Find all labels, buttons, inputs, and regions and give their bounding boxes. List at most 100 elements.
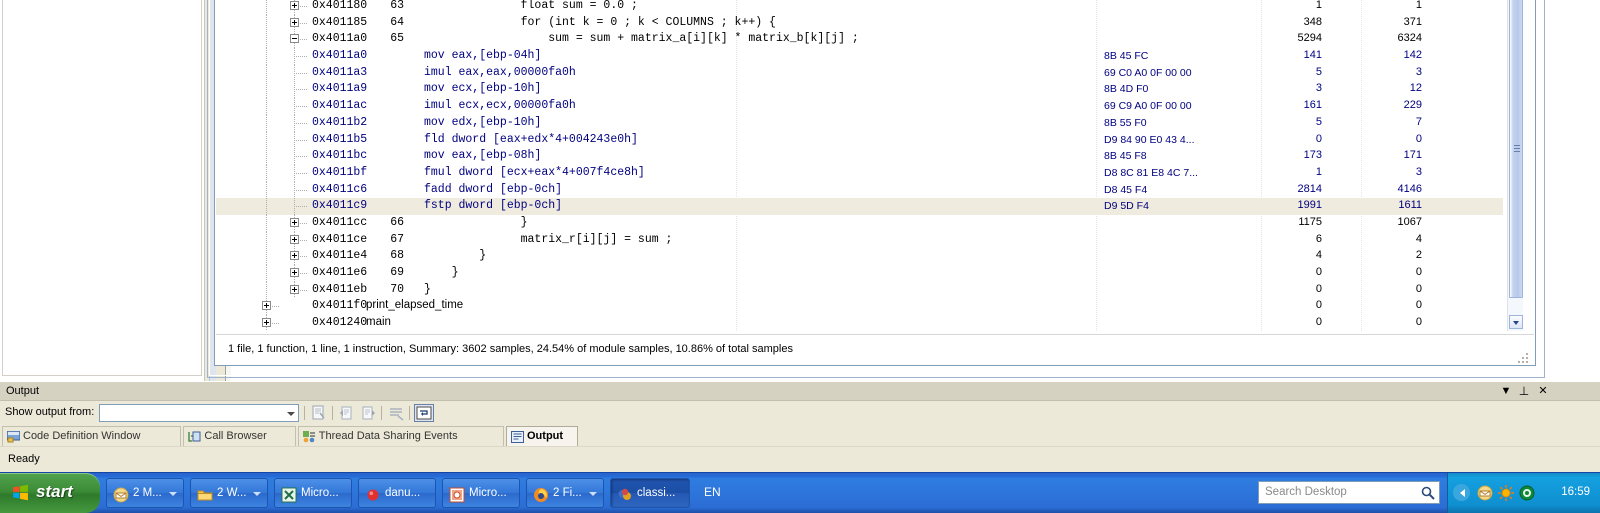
tree-connector — [296, 89, 307, 91]
tree-connector — [296, 189, 307, 191]
tab-thread-data-sharing-events[interactable]: Thread Data Sharing Events — [297, 426, 504, 446]
chevron-down-icon[interactable] — [589, 492, 597, 496]
profiler-panel: 0x401180 63 float sum = 0.0 ; 1 1 0x401185 64… — [214, 0, 1536, 366]
samples-self: 3 — [1315, 82, 1322, 95]
instruction-address: 0x4011ce — [312, 232, 368, 246]
instruction-address: 0x4011b5 — [312, 132, 368, 146]
table-row[interactable]: 0x4011eb 70} 0 0 — [216, 281, 1503, 299]
system-tray: 16:59 — [1447, 473, 1600, 513]
table-row[interactable]: 0x401185 64 for (int k = 0 ; k < COLUMNS … — [216, 14, 1503, 32]
taskbar-button[interactable]: 2 Fi... — [526, 478, 604, 508]
instruction-address: 0x4011b2 — [312, 115, 368, 129]
scroll-down-button[interactable] — [1509, 315, 1523, 329]
instruction-address: 0x4011a3 — [312, 65, 368, 79]
table-row[interactable]: 0x4011bf fmul dword [ecx+eax*4+007f4ce8h]… — [216, 164, 1503, 182]
language-indicator[interactable]: EN — [704, 485, 721, 499]
resize-grip-icon[interactable] — [1517, 352, 1531, 366]
table-row[interactable]: 0x4011ce 67 matrix_r[i][j] = sum ; 6 4 — [216, 231, 1503, 249]
toggle-word-wrap-button[interactable] — [414, 404, 434, 422]
table-row[interactable]: 0x4011f0 print_elapsed_time 0 0 — [216, 298, 1503, 316]
expand-node-icon[interactable] — [290, 217, 299, 227]
tree-guide-line — [266, 98, 267, 115]
table-row[interactable]: 0x4011e6 69 } 0 0 — [216, 265, 1503, 282]
output-pin-icon[interactable]: ⊥ — [1518, 385, 1530, 397]
table-row[interactable]: 0x4011a9 mov ecx,[ebp-10h] 8B 4D F0 3 12 — [216, 81, 1503, 99]
table-row[interactable]: 0x401240 main 0 0 — [216, 315, 1503, 331]
table-row[interactable]: 0x4011a3 imul eax,eax,00000fa0h 69 C0 A0 0… — [216, 64, 1503, 82]
output-dropdown-icon[interactable]: ▼ — [1500, 385, 1512, 397]
scrollbar-thumb[interactable] — [1509, 0, 1523, 298]
tab-code-definition-window[interactable]: Code Definition Window — [2, 426, 182, 446]
ide-status-bar: Ready — [0, 446, 1600, 473]
tree-guide-line — [266, 181, 267, 199]
tab-output[interactable]: Output — [506, 426, 579, 446]
collapse-node-icon[interactable] — [290, 34, 299, 44]
profiler-tree[interactable]: 0x401180 63 float sum = 0.0 ; 1 1 0x401185 64… — [216, 0, 1503, 331]
table-row[interactable]: 0x4011b2 mov edx,[ebp-10h] 8B 55 F0 5 7 — [216, 114, 1503, 132]
source-text: } — [424, 266, 459, 279]
instruction-address: 0x4011bf — [312, 165, 368, 179]
expand-node-icon[interactable] — [290, 234, 299, 244]
tree-guide-line — [294, 64, 295, 82]
shield-icon — [1519, 485, 1535, 501]
instruction-bytes: 69 C9 A0 0F 00 00 — [1104, 100, 1192, 113]
taskbar-button[interactable]: 2 W... — [190, 478, 268, 508]
table-row[interactable]: 0x4011a0 mov eax,[ebp-04h] 8B 45 FC 141 142 — [216, 48, 1503, 65]
expand-node-icon[interactable] — [290, 251, 299, 261]
chevron-down-icon[interactable] — [253, 492, 261, 496]
samples-total: 171 — [1403, 149, 1422, 162]
taskbar-button[interactable]: danu... — [358, 478, 436, 508]
table-row[interactable]: 0x4011e4 68 } 4 2 — [216, 248, 1503, 265]
tree-connector — [296, 139, 307, 141]
samples-self: 2814 — [1297, 182, 1322, 195]
output-close-icon[interactable]: ✕ — [1537, 385, 1549, 397]
tree-vertical-scrollbar[interactable] — [1507, 0, 1523, 331]
expand-node-icon[interactable] — [262, 318, 271, 328]
taskbar-button[interactable]: Micro... — [274, 478, 352, 508]
expand-node-icon[interactable] — [290, 268, 299, 277]
toolbar-separator — [304, 406, 305, 420]
expand-node-icon[interactable] — [290, 17, 299, 27]
show-hidden-icons-chevron-icon[interactable] — [1453, 484, 1470, 501]
table-row[interactable]: 0x4011bc mov eax,[ebp-08h] 8B 45 F8 173 171 — [216, 148, 1503, 165]
instruction-bytes: D9 84 90 E0 43 4... — [1104, 133, 1195, 146]
clear-all-button[interactable] — [386, 404, 406, 422]
table-row[interactable]: 0x4011b5 fld dword [eax+edx*4+004243e0h] D… — [216, 131, 1503, 149]
table-row[interactable]: 0x4011cc 66 } 1175 1067 — [216, 214, 1503, 232]
find-message-in-code-button[interactable] — [309, 404, 329, 422]
function-name: main — [366, 316, 391, 329]
instruction-address: 0x4011a0 — [312, 32, 368, 46]
left-document-surface[interactable] — [2, 0, 202, 376]
output-tool-window: Output ▼ ⊥ ✕ Show output from: Code Defi… — [0, 382, 1600, 473]
start-button[interactable]: start — [0, 473, 100, 513]
table-row[interactable]: 0x4011a0 65 sum = sum + matrix_a[i][k] * … — [216, 31, 1503, 49]
taskbar-button[interactable]: classi... — [610, 478, 690, 508]
table-row[interactable]: 0x401180 63 float sum = 0.0 ; 1 1 — [216, 0, 1503, 15]
table-row[interactable]: 0x4011ac imul ecx,ecx,00000fa0h 69 C9 A0 0… — [216, 98, 1503, 115]
taskbar-button[interactable]: 2 M... — [106, 478, 184, 508]
samples-self: 5294 — [1297, 32, 1322, 45]
disassembly-text: fadd dword [ebp-0ch] — [424, 182, 563, 196]
go-to-next-message-button[interactable] — [359, 404, 379, 422]
output-toolbar: Show output from: — [0, 401, 1600, 425]
expand-node-icon[interactable] — [290, 284, 299, 294]
tree-guide-line — [266, 81, 267, 99]
samples-total: 0 — [1415, 282, 1422, 295]
expand-node-icon[interactable] — [290, 1, 299, 10]
tree-connector — [300, 273, 308, 274]
samples-total: 4146 — [1397, 182, 1422, 195]
go-to-previous-message-button[interactable] — [337, 404, 357, 422]
tree-connector — [272, 323, 280, 325]
tree-guide-line — [266, 148, 267, 165]
table-row[interactable]: 0x4011c6 fadd dword [ebp-0ch] D8 45 F4 2814… — [216, 181, 1503, 199]
tab-call-browser[interactable]: Call Browser — [183, 426, 296, 446]
clock[interactable]: 16:59 — [1561, 486, 1590, 498]
samples-total: 3 — [1415, 165, 1422, 178]
expand-node-icon[interactable] — [262, 301, 271, 311]
search-desktop-box[interactable]: Search Desktop — [1258, 481, 1440, 504]
show-output-from-combo[interactable] — [99, 404, 299, 422]
table-row[interactable]: 0x4011c9 fstp dword [ebp-0ch] D9 5D F4 1991… — [216, 198, 1503, 215]
instruction-bytes: 8B 45 F8 — [1104, 150, 1147, 163]
chevron-down-icon[interactable] — [169, 492, 177, 496]
taskbar-button[interactable]: Micro... — [442, 478, 520, 508]
